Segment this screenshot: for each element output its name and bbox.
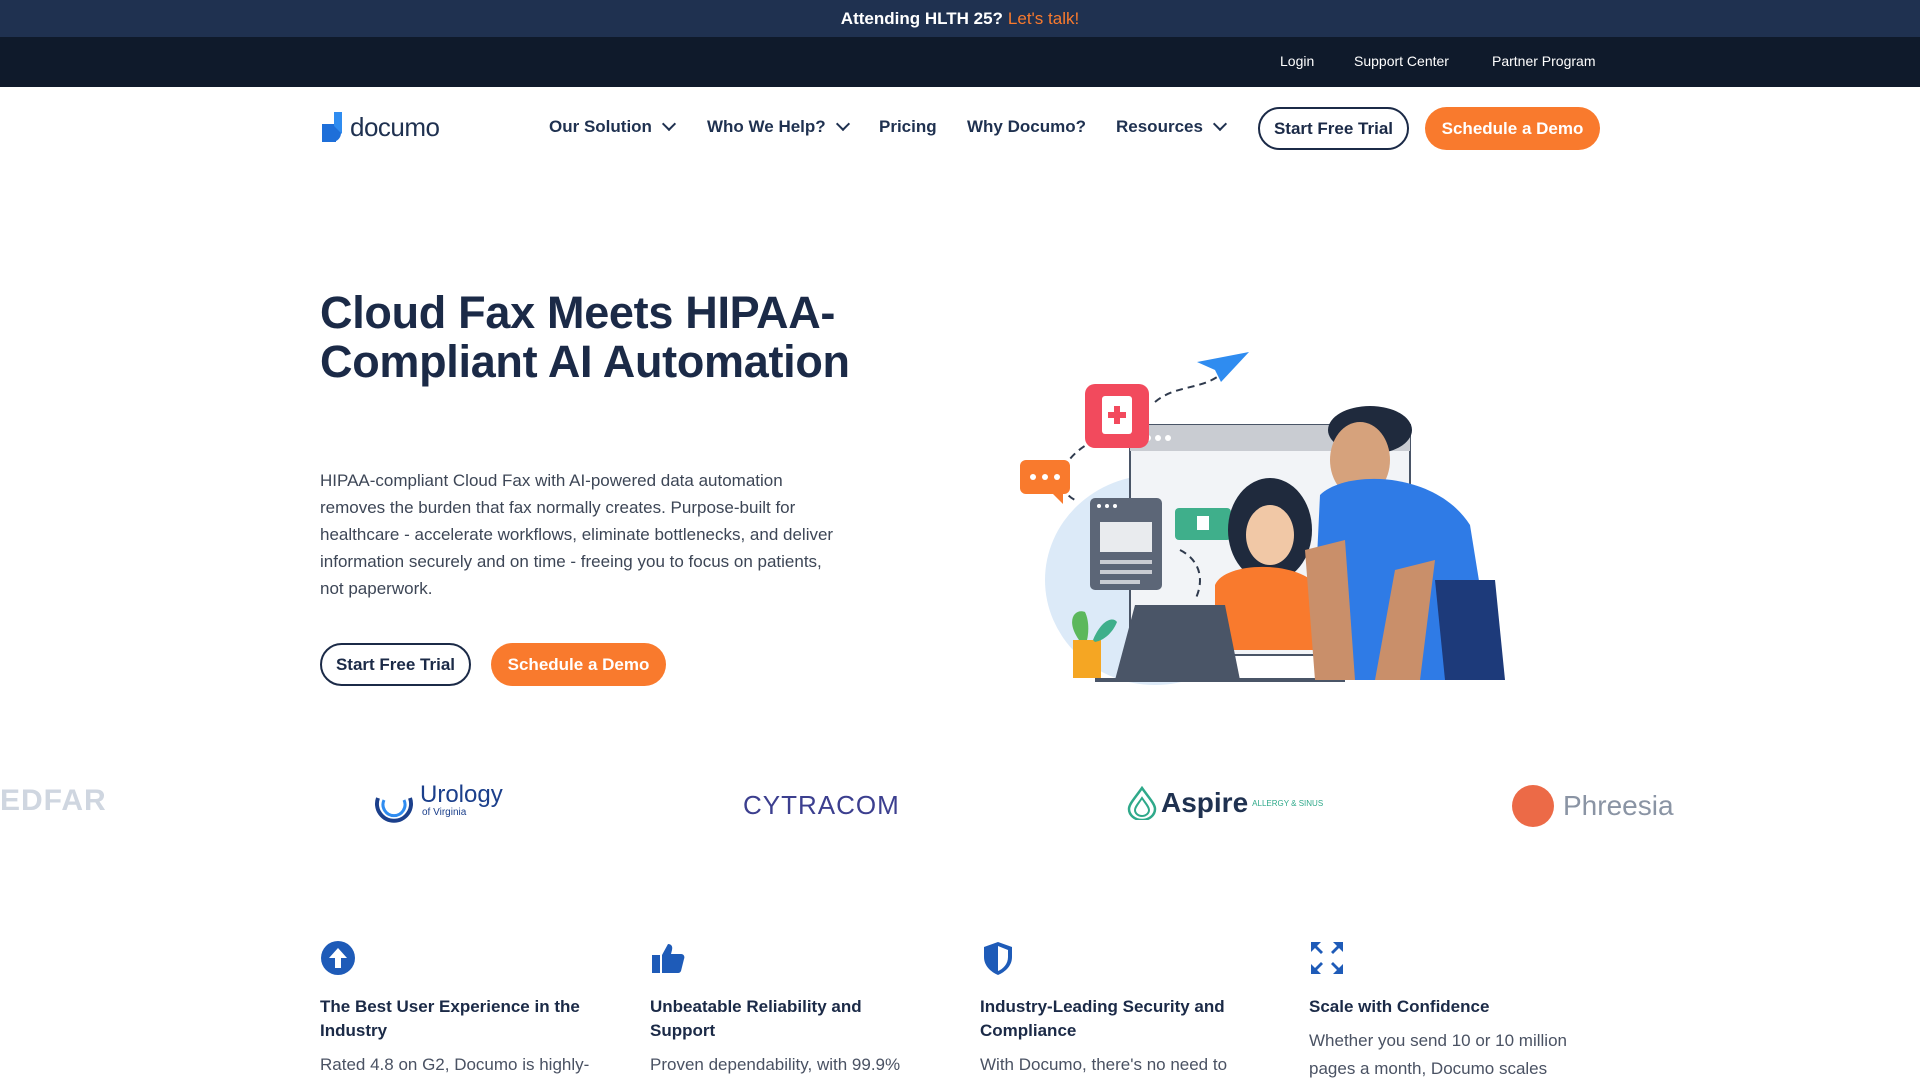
support-center-link[interactable]: Support Center xyxy=(1354,53,1449,69)
utility-nav: Login Support Center Partner Program xyxy=(0,37,1920,87)
feature-text: Whether you send 10 or 10 million pages … xyxy=(1309,1031,1567,1078)
announcement-text: Attending HLTH 25? xyxy=(840,8,1003,28)
medfar-logo: EDFAR xyxy=(0,784,107,817)
aspire-wordmark: Aspire xyxy=(1161,787,1249,818)
expand-arrows-icon xyxy=(1311,942,1343,974)
main-nav: documo Our Solution Who We Help? Pricing… xyxy=(0,87,1920,169)
nav-resources-label: Resources xyxy=(1116,117,1203,136)
feature-title: Scale with Confidence xyxy=(1309,997,1490,1016)
nav-pricing-label: Pricing xyxy=(879,117,937,136)
phreesia-logo: Phreesia xyxy=(1511,784,1674,828)
phreesia-wordmark: Phreesia xyxy=(1563,790,1674,821)
documo-logo[interactable]: documo xyxy=(320,109,440,145)
hero-schedule-demo-button[interactable]: Schedule a Demo xyxy=(491,643,666,686)
feature-title: Unbeatable Reliability and Support xyxy=(650,997,862,1040)
urology-wordmark: Urology xyxy=(420,781,503,808)
hero-description: HIPAA-compliant Cloud Fax with AI-powere… xyxy=(320,471,834,598)
chevron-down-icon xyxy=(835,116,850,132)
cytracom-logo: CYTRACOM xyxy=(743,790,900,820)
nav-schedule-demo-button[interactable]: Schedule a Demo xyxy=(1425,107,1600,150)
shield-icon xyxy=(984,942,1012,975)
phreesia-circle-icon xyxy=(1512,785,1554,827)
feature-text: With Documo, there's no need to xyxy=(980,1055,1228,1074)
urology-logo: Urology of Virginia xyxy=(372,782,503,826)
hero-start-free-trial-button[interactable]: Start Free Trial xyxy=(320,643,471,686)
feature-user-experience: The Best User Experience in the Industry… xyxy=(320,940,600,1079)
nav-why-documo-label: Why Documo? xyxy=(967,117,1086,136)
aspire-drop-icon xyxy=(1127,786,1157,820)
documo-logo-icon xyxy=(322,112,342,142)
hero-title: Cloud Fax Meets HIPAA-Compliant AI Autom… xyxy=(320,287,850,387)
aspire-logo: Aspire ALLERGY & SINUS xyxy=(1127,786,1324,820)
nav-our-solution[interactable]: Our Solution xyxy=(549,116,677,137)
hero-illustration xyxy=(1020,352,1505,685)
feature-title: Industry-Leading Security and Compliance xyxy=(980,997,1225,1040)
feature-security: Industry-Leading Security and Compliance… xyxy=(980,940,1260,1079)
chevron-down-icon xyxy=(661,116,677,132)
logo-wordmark: documo xyxy=(350,111,440,142)
partner-program-link[interactable]: Partner Program xyxy=(1492,53,1595,69)
feature-text: Rated 4.8 on G2, Documo is highly- xyxy=(320,1055,590,1074)
aspire-subtitle: ALLERGY & SINUS xyxy=(1252,798,1324,808)
nav-why-documo[interactable]: Why Documo? xyxy=(967,117,1086,137)
nav-who-we-help[interactable]: Who We Help? xyxy=(707,116,850,137)
customer-logos-strip: EDFAR Urology of Virginia CYTRACOM Aspir… xyxy=(0,770,1920,840)
login-link[interactable]: Login xyxy=(1280,53,1314,69)
nav-resources[interactable]: Resources xyxy=(1116,116,1228,137)
thumbs-up-icon xyxy=(652,944,685,973)
feature-scale: Scale with Confidence Whether you send 1… xyxy=(1309,940,1589,1080)
nav-who-we-help-label: Who We Help? xyxy=(707,117,826,136)
feature-reliability: Unbeatable Reliability and Support Prove… xyxy=(650,940,930,1080)
announcement-bar: Attending HLTH 25? Let's talk! xyxy=(0,0,1920,37)
nav-our-solution-label: Our Solution xyxy=(549,117,652,136)
announcement-cta-link[interactable]: Let's talk! xyxy=(1008,9,1079,29)
chevron-down-icon xyxy=(1212,116,1228,132)
feature-text: Proven dependability, with 99.9% uptime … xyxy=(650,1055,901,1074)
nav-start-free-trial-button[interactable]: Start Free Trial xyxy=(1258,107,1409,150)
feature-title: The Best User Experience in the Industry xyxy=(320,997,580,1040)
arrow-up-circle-icon xyxy=(321,941,355,975)
urology-mark-icon xyxy=(375,797,413,823)
nav-pricing[interactable]: Pricing xyxy=(879,117,937,137)
